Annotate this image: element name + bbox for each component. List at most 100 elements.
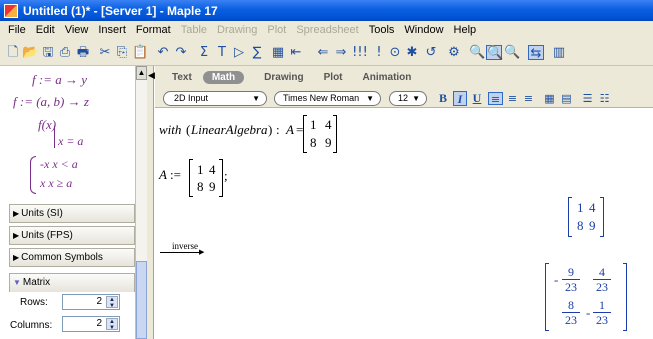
paren-close: )	[268, 122, 273, 137]
matrix-cell: 8	[577, 218, 584, 233]
tab-math[interactable]: Math	[202, 70, 245, 84]
palette-matrix[interactable]: ▼ Matrix	[9, 273, 135, 292]
menu-plot[interactable]: Plot	[262, 24, 291, 36]
sheet2-icon[interactable]: ▥	[551, 45, 567, 60]
align-left-icon[interactable]: ≡	[488, 92, 503, 106]
menu-help[interactable]: Help	[449, 24, 482, 36]
minus-sign: -	[554, 272, 559, 287]
prompt-icon[interactable]: ▷	[231, 45, 247, 60]
insert-table-icon[interactable]: ▦	[270, 45, 286, 60]
forward-icon[interactable]: ⇒	[333, 45, 349, 60]
sum-icon[interactable]: ∑	[249, 45, 265, 60]
tab-animation[interactable]: Animation	[363, 72, 412, 83]
collapse-left-icon[interactable]: ◀	[148, 70, 155, 81]
menu-window[interactable]: Window	[399, 24, 448, 36]
palette-units-fps[interactable]: ▶ Units (FPS)	[9, 226, 135, 245]
copy-icon[interactable]: ⎘	[114, 45, 130, 60]
palette-scrollbar[interactable]: ▲	[135, 66, 147, 339]
back-icon[interactable]: ⇐	[315, 45, 331, 60]
chevron-down-icon: ▼	[366, 94, 374, 103]
bracket-right	[623, 263, 627, 331]
palette-expr-eval-at[interactable]: x = a	[58, 134, 83, 149]
bracket-left	[189, 159, 193, 197]
palette-label: Common Symbols	[21, 252, 103, 263]
palette-expr-arrow-function[interactable]: f := a → y	[32, 72, 87, 88]
font-dropdown[interactable]: Times New Roman ▼	[274, 91, 381, 106]
align-right-icon[interactable]: ≡	[521, 92, 536, 105]
sheet-icon[interactable]: 🔍	[504, 45, 520, 60]
execute-all-icon[interactable]: !!!	[352, 45, 368, 60]
palette-expr-piecewise-2[interactable]: x x ≥ a	[40, 176, 72, 191]
text-icon[interactable]: T	[214, 45, 230, 60]
palette-expr-two-arg-function[interactable]: f := (a, b) → z	[13, 94, 89, 110]
piecewise-brace[interactable]	[30, 156, 36, 194]
undo-icon[interactable]: ↶	[155, 45, 171, 60]
scroll-up-icon[interactable]: ▲	[136, 66, 147, 80]
menu-edit[interactable]: Edit	[31, 24, 60, 36]
inverse-output-matrix[interactable]: - 9 23 4 23 8 23 - 1 23	[545, 263, 627, 331]
bold-button[interactable]: B	[436, 91, 450, 106]
maple-app-icon[interactable]	[4, 3, 18, 18]
new-document-icon[interactable]: 🗋	[5, 45, 21, 60]
tab-text[interactable]: Text	[172, 72, 192, 83]
execute-icon[interactable]: !	[371, 45, 387, 60]
palette-common-symbols[interactable]: ▶ Common Symbols	[9, 248, 135, 267]
spinner-icon[interactable]: ▲ ▼	[106, 296, 118, 309]
font-size-dropdown[interactable]: 12 ▼	[389, 91, 427, 106]
restart-icon[interactable]: ↺	[423, 45, 439, 60]
table-icon[interactable]: ▦	[542, 92, 557, 105]
menu-format[interactable]: Format	[131, 24, 176, 36]
document-area[interactable]: with ( LinearAlgebra ) : A = 1 4 8 9 A :…	[155, 109, 653, 339]
tab-plot[interactable]: Plot	[324, 72, 343, 83]
menu-view[interactable]: View	[60, 24, 94, 36]
align-center-icon[interactable]: ≡	[505, 92, 520, 105]
palette-splitter[interactable]: ◀	[147, 66, 155, 339]
numerator: 1	[593, 299, 611, 313]
matrix-cell: 4	[589, 200, 596, 215]
cut-icon[interactable]: ✂	[97, 45, 113, 60]
palette-units-si[interactable]: ▶ Units (SI)	[9, 204, 135, 223]
print-preview-icon[interactable]: 🖶	[75, 45, 91, 60]
table-edit-icon[interactable]: ▤	[559, 92, 574, 105]
assistant-icon[interactable]: ⇆	[528, 45, 544, 61]
numbered-list-icon[interactable]: ☷	[597, 92, 612, 105]
numerator: 4	[593, 266, 611, 280]
menu-drawing[interactable]: Drawing	[212, 24, 262, 36]
output-matrix-1[interactable]: 1 4 8 9	[568, 197, 604, 237]
math-icon[interactable]: Σ	[196, 45, 212, 60]
menu-file[interactable]: File	[3, 24, 31, 36]
italic-button[interactable]: I	[453, 91, 467, 106]
input-matrix-1[interactable]: 1 4 8 9	[303, 115, 337, 153]
matrix-cell: 9	[325, 135, 332, 150]
palette-expr-piecewise-1[interactable]: -x x < a	[40, 157, 78, 172]
tab-drawing[interactable]: Drawing	[264, 72, 303, 83]
menu-tools[interactable]: Tools	[364, 24, 400, 36]
var-a-assign[interactable]: A	[159, 167, 167, 183]
with-command[interactable]: with	[159, 122, 181, 138]
save-icon[interactable]: 🖫	[40, 45, 56, 60]
input-matrix-2[interactable]: 1 4 8 9	[189, 159, 223, 197]
stop-icon[interactable]: ✱	[404, 45, 420, 60]
redo-icon[interactable]: ↷	[173, 45, 189, 60]
spinner-icon[interactable]: ▲ ▼	[106, 318, 118, 331]
outdent-icon[interactable]: ⇤	[288, 45, 304, 60]
bullet-list-icon[interactable]: ☰	[580, 92, 595, 105]
underline-button[interactable]: U	[470, 91, 484, 106]
matrix-rows-input[interactable]: 2 ▲ ▼	[62, 294, 120, 310]
matrix-columns-input[interactable]: 2 ▲ ▼	[62, 316, 120, 332]
print-icon[interactable]: ⎙	[57, 45, 73, 60]
var-a[interactable]: A	[286, 122, 294, 138]
scroll-thumb[interactable]	[136, 261, 147, 339]
debug-icon[interactable]: ⊙	[387, 45, 403, 60]
matrix-cell: 9	[209, 179, 216, 194]
zoom-100-icon[interactable]: ⚙	[446, 45, 462, 60]
zoom-200-icon[interactable]: 🔍	[486, 45, 503, 61]
paste-icon[interactable]: 📋	[132, 45, 148, 60]
menu-insert[interactable]: Insert	[93, 24, 131, 36]
menu-spreadsheet[interactable]: Spreadsheet	[291, 24, 363, 36]
input-mode-dropdown[interactable]: 2D Input ▼	[163, 91, 267, 106]
with-argument[interactable]: LinearAlgebra	[191, 122, 268, 138]
open-folder-icon[interactable]: 📂	[22, 45, 38, 60]
menu-table[interactable]: Table	[176, 24, 212, 36]
zoom-150-icon[interactable]: 🔍	[469, 45, 485, 60]
